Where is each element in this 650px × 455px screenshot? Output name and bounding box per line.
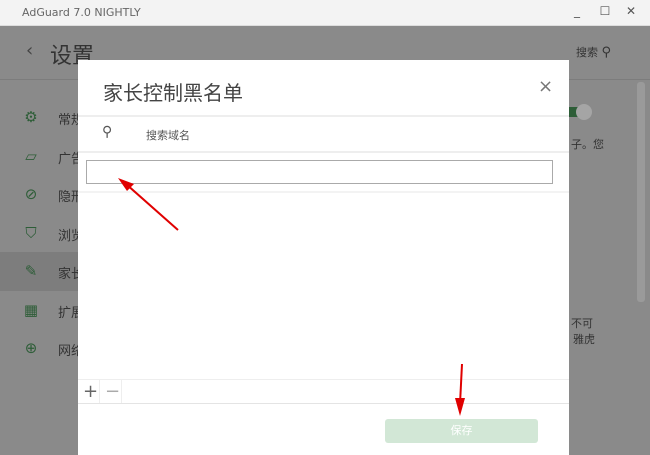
scrollbar[interactable] [637,82,645,302]
blacklist-dialog: 家长控制黑名单 × ⚲ 搜索域名 + − 保存 [78,60,569,455]
background-text: 不可 [571,317,593,330]
save-button[interactable]: 保存 [385,419,538,443]
divider [78,151,569,153]
header-search-button[interactable]: 搜索 ⚲ [576,44,611,60]
domain-input[interactable] [86,160,553,184]
ad-block-icon: ▱ [25,146,37,165]
back-button[interactable]: ‹ [26,40,33,61]
search-icon: ⚲ [601,45,612,60]
divider [78,115,569,117]
stealth-eye-icon: ⊘ [24,185,38,203]
domain-search-input[interactable]: 搜索域名 [146,127,190,143]
globe-icon: ⊕ [24,339,38,357]
extensions-grid-icon: ▦ [23,300,39,319]
parental-icon: ✎ [24,262,38,280]
divider [78,191,569,193]
window-title: AdGuard 7.0 NIGHTLY [22,6,141,19]
parental-toggle[interactable] [566,104,596,120]
gear-icon: ⚙ [24,108,38,126]
search-icon: ⚲ [102,124,113,140]
list-toolbar: + − [78,379,569,404]
maximize-button[interactable]: ☐ [596,4,614,18]
close-window-button[interactable]: ✕ [622,4,640,18]
add-button[interactable]: + [82,380,100,403]
remove-button[interactable]: − [104,380,122,403]
shield-icon: ⛉ [25,223,37,242]
title-bar: AdGuard 7.0 NIGHTLY _ ☐ ✕ [0,0,650,26]
dialog-title: 家长控制黑名单 [103,81,243,105]
background-text: 雅虎 [573,333,595,346]
close-icon[interactable]: × [538,76,553,97]
minimize-button[interactable]: _ [568,4,586,18]
background-text: 子。您 [571,138,604,151]
search-label: 搜索 [576,46,598,59]
